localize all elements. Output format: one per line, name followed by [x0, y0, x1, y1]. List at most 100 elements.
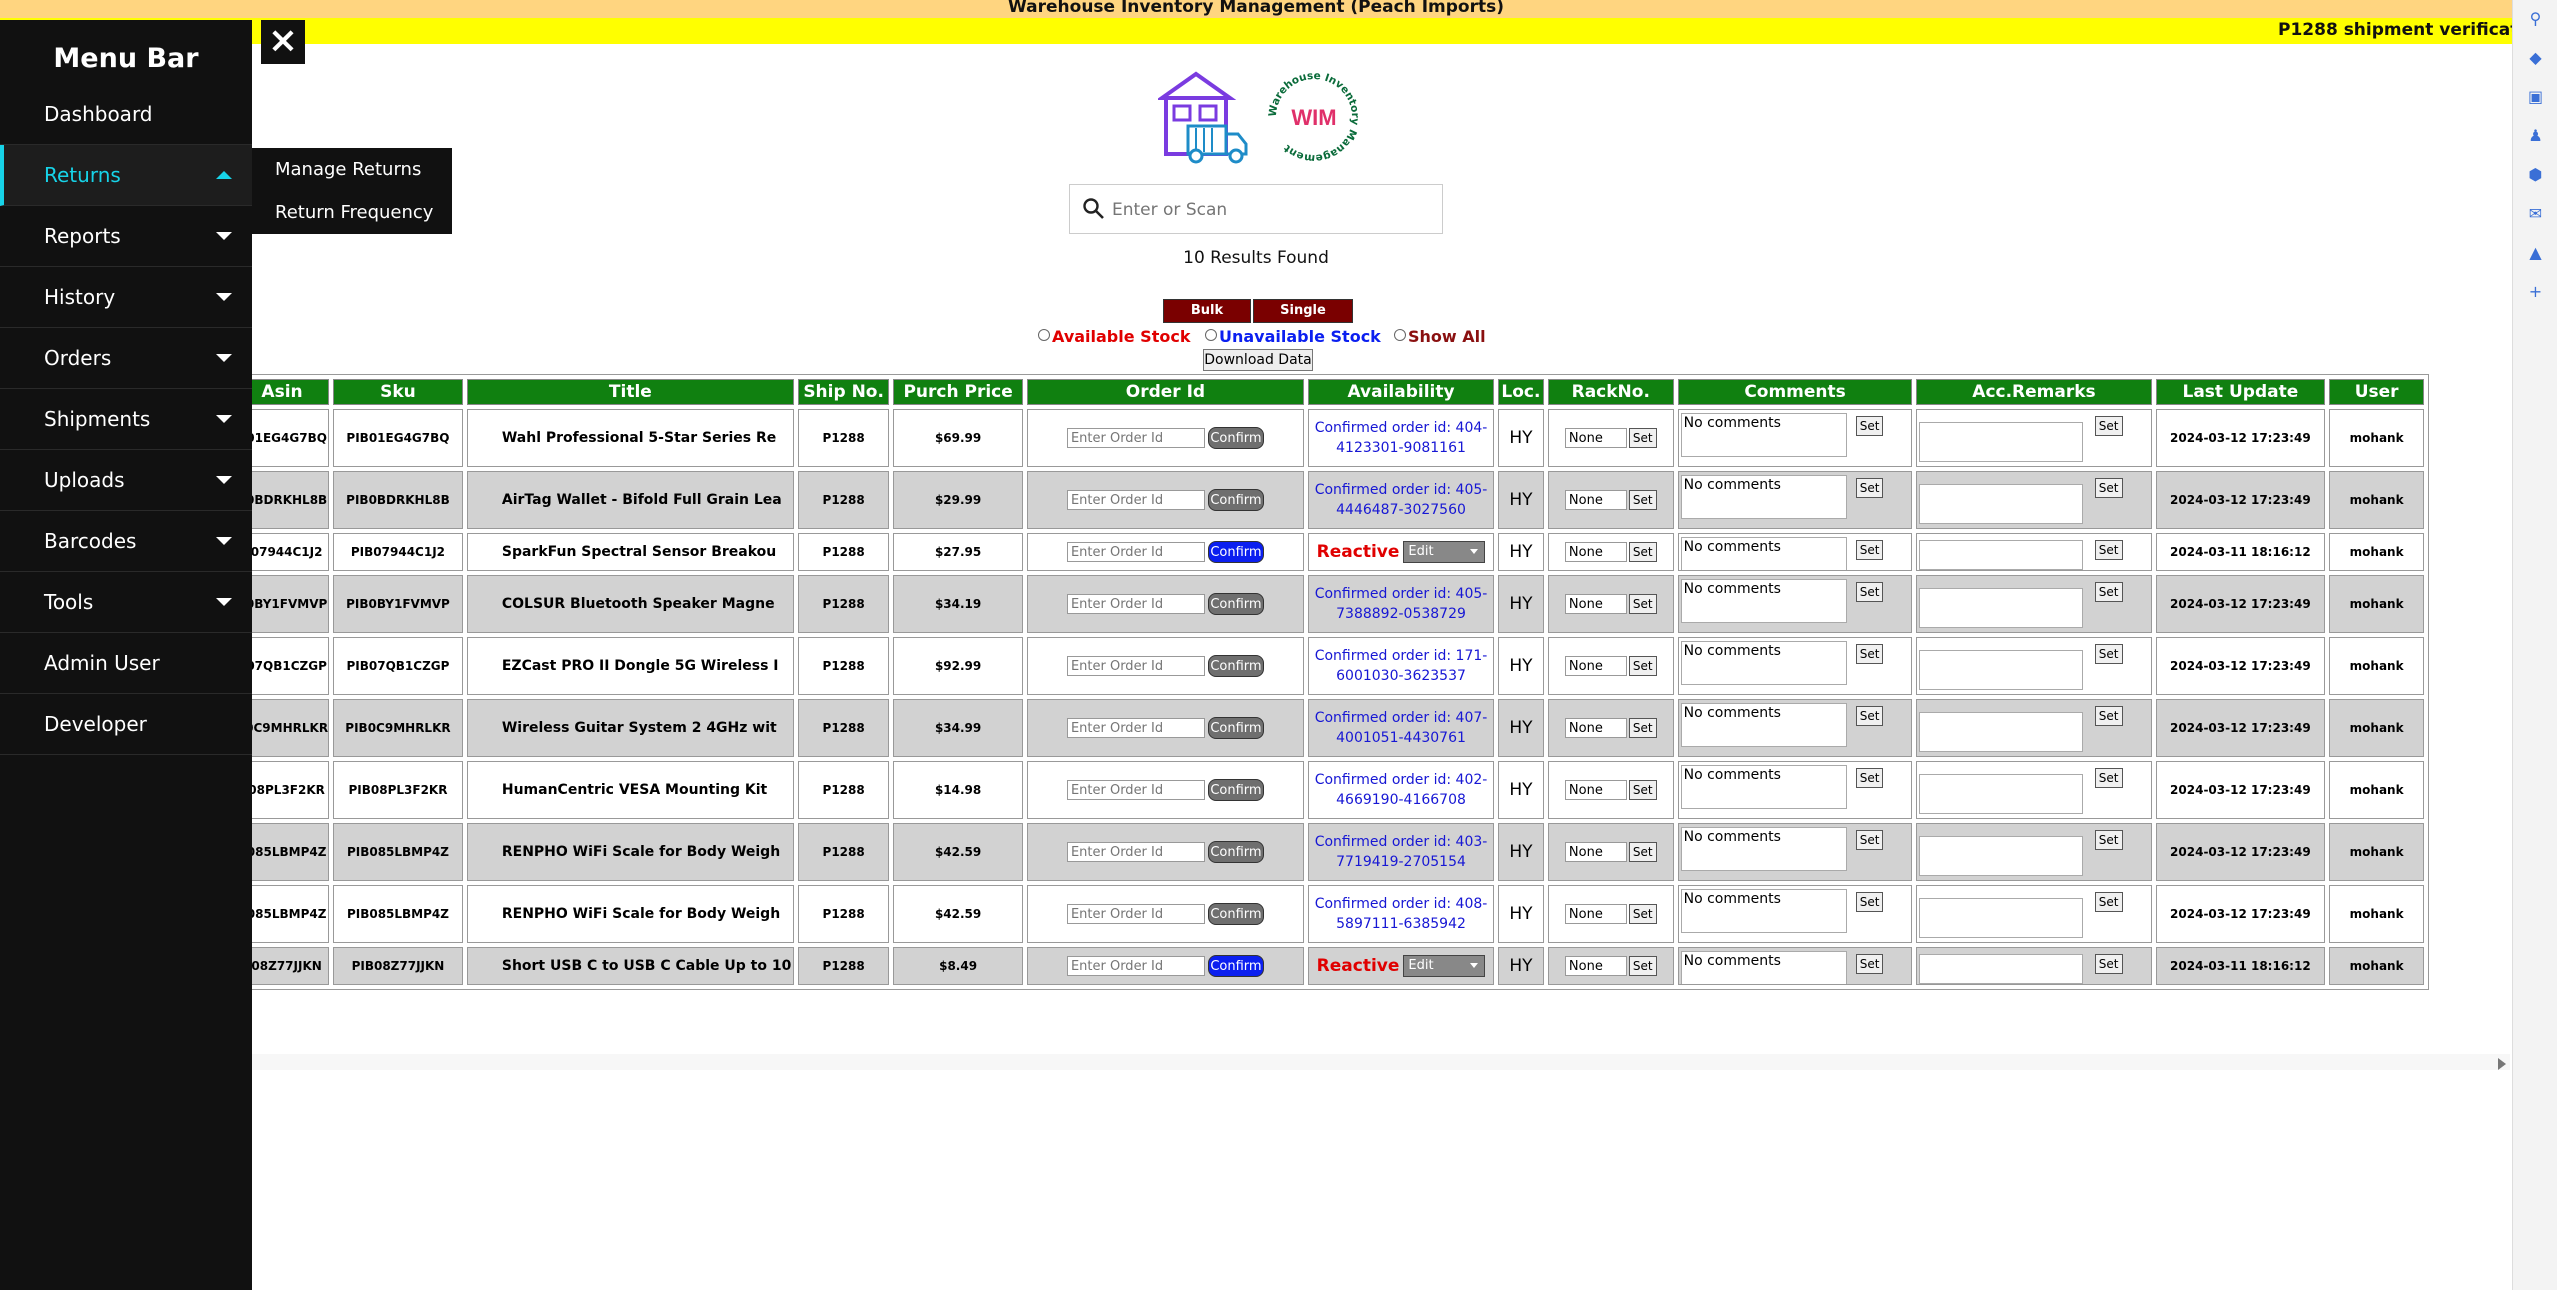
set-comment-button[interactable]: Set: [1855, 644, 1884, 664]
tag-icon[interactable]: ◆: [2525, 47, 2547, 69]
set-comment-button[interactable]: Set: [1855, 478, 1884, 498]
confirm-button[interactable]: Confirm: [1207, 717, 1264, 739]
set-rack-button[interactable]: Set: [1628, 904, 1657, 924]
set-comment-button[interactable]: Set: [1855, 892, 1884, 912]
add-icon[interactable]: +: [2525, 281, 2547, 303]
order-id-input[interactable]: [1066, 718, 1205, 738]
set-comment-button[interactable]: Set: [1855, 540, 1884, 560]
order-id-input[interactable]: [1066, 904, 1205, 924]
scroll-right-icon[interactable]: [2498, 1058, 2506, 1070]
rack-no-input[interactable]: [1564, 956, 1627, 976]
acc-remarks-textarea[interactable]: [1919, 836, 2084, 876]
acc-remarks-textarea[interactable]: [1919, 774, 2084, 814]
sidebar-item-developer[interactable]: Developer: [0, 694, 252, 755]
col-order-id[interactable]: Order Id: [1026, 379, 1305, 405]
set-acc-remarks-button[interactable]: Set: [2094, 540, 2123, 560]
filter-available-radio[interactable]: Available Stock: [1038, 327, 1190, 346]
acc-remarks-textarea[interactable]: [1919, 712, 2084, 752]
search-icon[interactable]: ⚲: [2525, 8, 2547, 30]
set-comment-button[interactable]: Set: [1855, 954, 1884, 974]
comment-textarea[interactable]: No comments: [1680, 537, 1847, 570]
col-loc[interactable]: Loc.: [1497, 379, 1544, 405]
search-box[interactable]: [1069, 184, 1443, 234]
sidebar-item-returns[interactable]: Returns: [0, 145, 252, 206]
outlook-icon[interactable]: ✉: [2525, 203, 2547, 225]
col-acc-remarks[interactable]: Acc.Remarks: [1916, 379, 2152, 405]
acc-remarks-textarea[interactable]: [1919, 540, 2084, 570]
confirm-button[interactable]: Confirm: [1207, 489, 1264, 511]
order-id-input[interactable]: [1066, 490, 1205, 510]
set-acc-remarks-button[interactable]: Set: [2094, 954, 2123, 974]
order-id-input[interactable]: [1066, 594, 1205, 614]
acc-remarks-textarea[interactable]: [1919, 954, 2084, 984]
rack-no-input[interactable]: [1564, 842, 1627, 862]
availability-edit-select[interactable]: Edit: [1403, 955, 1486, 977]
comment-textarea[interactable]: No comments: [1680, 579, 1847, 623]
rack-no-input[interactable]: [1564, 656, 1627, 676]
comment-textarea[interactable]: No comments: [1680, 413, 1847, 457]
set-acc-remarks-button[interactable]: Set: [2094, 892, 2123, 912]
submenu-item-manage-returns[interactable]: Manage Returns: [252, 148, 452, 191]
comment-textarea[interactable]: No comments: [1680, 765, 1847, 809]
set-rack-button[interactable]: Set: [1628, 594, 1657, 614]
download-data-button[interactable]: Download Data: [1203, 349, 1313, 371]
order-id-input[interactable]: [1066, 842, 1205, 862]
set-acc-remarks-button[interactable]: Set: [2094, 478, 2123, 498]
col-last-update[interactable]: Last Update: [2155, 379, 2326, 405]
rack-no-input[interactable]: [1564, 904, 1627, 924]
comment-textarea[interactable]: No comments: [1680, 641, 1847, 685]
set-acc-remarks-button[interactable]: Set: [2094, 582, 2123, 602]
sidebar-item-history[interactable]: History: [0, 267, 252, 328]
horizontal-scrollbar[interactable]: [252, 1054, 2510, 1070]
confirm-button[interactable]: Confirm: [1207, 655, 1264, 677]
order-id-input[interactable]: [1066, 542, 1205, 562]
rack-no-input[interactable]: [1564, 542, 1627, 562]
comment-textarea[interactable]: No comments: [1680, 703, 1847, 747]
order-id-input[interactable]: [1066, 428, 1205, 448]
comment-textarea[interactable]: No comments: [1680, 475, 1847, 519]
single-upload-button[interactable]: Single Upload: [1253, 299, 1353, 340]
col-asin[interactable]: Asin: [252, 379, 330, 405]
toolbox-icon[interactable]: ▣: [2525, 86, 2547, 108]
copilot-icon[interactable]: ⬢: [2525, 164, 2547, 186]
bulk-upload-button[interactable]: Bulk Upload: [1163, 299, 1251, 340]
col-sku[interactable]: Sku: [333, 379, 463, 405]
inventory-table-viewport[interactable]: Asin Sku Title Ship No. Purch Price Orde…: [252, 374, 2451, 1008]
rack-no-input[interactable]: [1564, 718, 1627, 738]
sidebar-item-orders[interactable]: Orders: [0, 328, 252, 389]
col-ship-no[interactable]: Ship No.: [797, 379, 890, 405]
sidebar-item-uploads[interactable]: Uploads: [0, 450, 252, 511]
order-id-input[interactable]: [1066, 780, 1205, 800]
sidebar-item-barcodes[interactable]: Barcodes: [0, 511, 252, 572]
col-user[interactable]: User: [2329, 379, 2424, 405]
availability-edit-select[interactable]: Edit: [1403, 541, 1486, 563]
rack-no-input[interactable]: [1564, 780, 1627, 800]
filter-unavailable-radio[interactable]: Unavailable Stock: [1205, 327, 1381, 346]
order-id-input[interactable]: [1066, 956, 1205, 976]
rack-no-input[interactable]: [1564, 594, 1627, 614]
acc-remarks-textarea[interactable]: [1919, 484, 2084, 524]
set-comment-button[interactable]: Set: [1855, 706, 1884, 726]
rack-no-input[interactable]: [1564, 428, 1627, 448]
set-rack-button[interactable]: Set: [1628, 956, 1657, 976]
set-acc-remarks-button[interactable]: Set: [2094, 768, 2123, 788]
set-acc-remarks-button[interactable]: Set: [2094, 830, 2123, 850]
set-rack-button[interactable]: Set: [1628, 490, 1657, 510]
set-comment-button[interactable]: Set: [1855, 582, 1884, 602]
confirm-button[interactable]: Confirm: [1207, 955, 1264, 977]
set-rack-button[interactable]: Set: [1628, 428, 1657, 448]
sidebar-item-tools[interactable]: Tools: [0, 572, 252, 633]
acc-remarks-textarea[interactable]: [1919, 588, 2084, 628]
acc-remarks-textarea[interactable]: [1919, 898, 2084, 938]
sidebar-item-reports[interactable]: Reports: [0, 206, 252, 267]
set-rack-button[interactable]: Set: [1628, 780, 1657, 800]
set-rack-button[interactable]: Set: [1628, 542, 1657, 562]
close-menu-button[interactable]: ×: [261, 20, 305, 64]
confirm-button[interactable]: Confirm: [1207, 779, 1264, 801]
set-comment-button[interactable]: Set: [1855, 416, 1884, 436]
comment-textarea[interactable]: No comments: [1680, 827, 1847, 871]
set-acc-remarks-button[interactable]: Set: [2094, 416, 2123, 436]
submenu-item-return-frequency[interactable]: Return Frequency: [252, 191, 452, 234]
col-title[interactable]: Title: [466, 379, 794, 405]
confirm-button[interactable]: Confirm: [1207, 903, 1264, 925]
